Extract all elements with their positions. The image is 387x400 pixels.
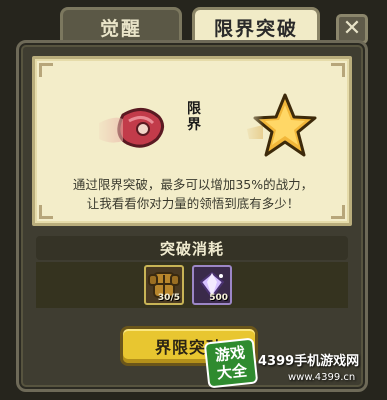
limit-break-description: 通过限界突破，最多可以增加35%的战力， 让我看看你对力量的领悟到底有多少！: [49, 175, 337, 213]
watermark-site-name: 4399手机游戏网: [258, 354, 360, 369]
tab-awaken[interactable]: 觉醒: [60, 7, 182, 44]
limit-label: 限界: [187, 101, 201, 133]
game-window: 觉醒 限界突破 ✕ 限界 通过限界突破，最多可以增加35%的战力， 让我看看你对…: [0, 0, 387, 400]
cost-count: 500: [209, 293, 228, 303]
limit-break-card: 限界 通过限界突破，最多可以增加35%的战力， 让我看看你对力量的领悟到底有多少…: [32, 56, 352, 226]
description-line: 让我看看你对力量的领悟到底有多少！: [86, 196, 300, 211]
star-icon: [241, 89, 317, 165]
corner-ornament: [39, 63, 53, 77]
cost-item-armor[interactable]: 30/5: [144, 265, 184, 305]
watermark-badge: 游戏 大全: [203, 337, 259, 389]
watermark-url: www.4399.cn: [288, 372, 356, 383]
meat-icon: [93, 95, 173, 165]
cost-title: 突破消耗: [36, 236, 348, 260]
cost-count: 30/5: [157, 293, 180, 303]
tab-limit-break[interactable]: 限界突破: [192, 7, 320, 44]
close-icon: ✕: [342, 16, 362, 41]
cost-item-gem[interactable]: 500: [192, 265, 232, 305]
watermark-badge-line: 大全: [216, 361, 248, 383]
description-line: 通过限界突破，最多可以增加35%的战力，: [72, 177, 314, 192]
corner-ornament: [331, 63, 345, 77]
